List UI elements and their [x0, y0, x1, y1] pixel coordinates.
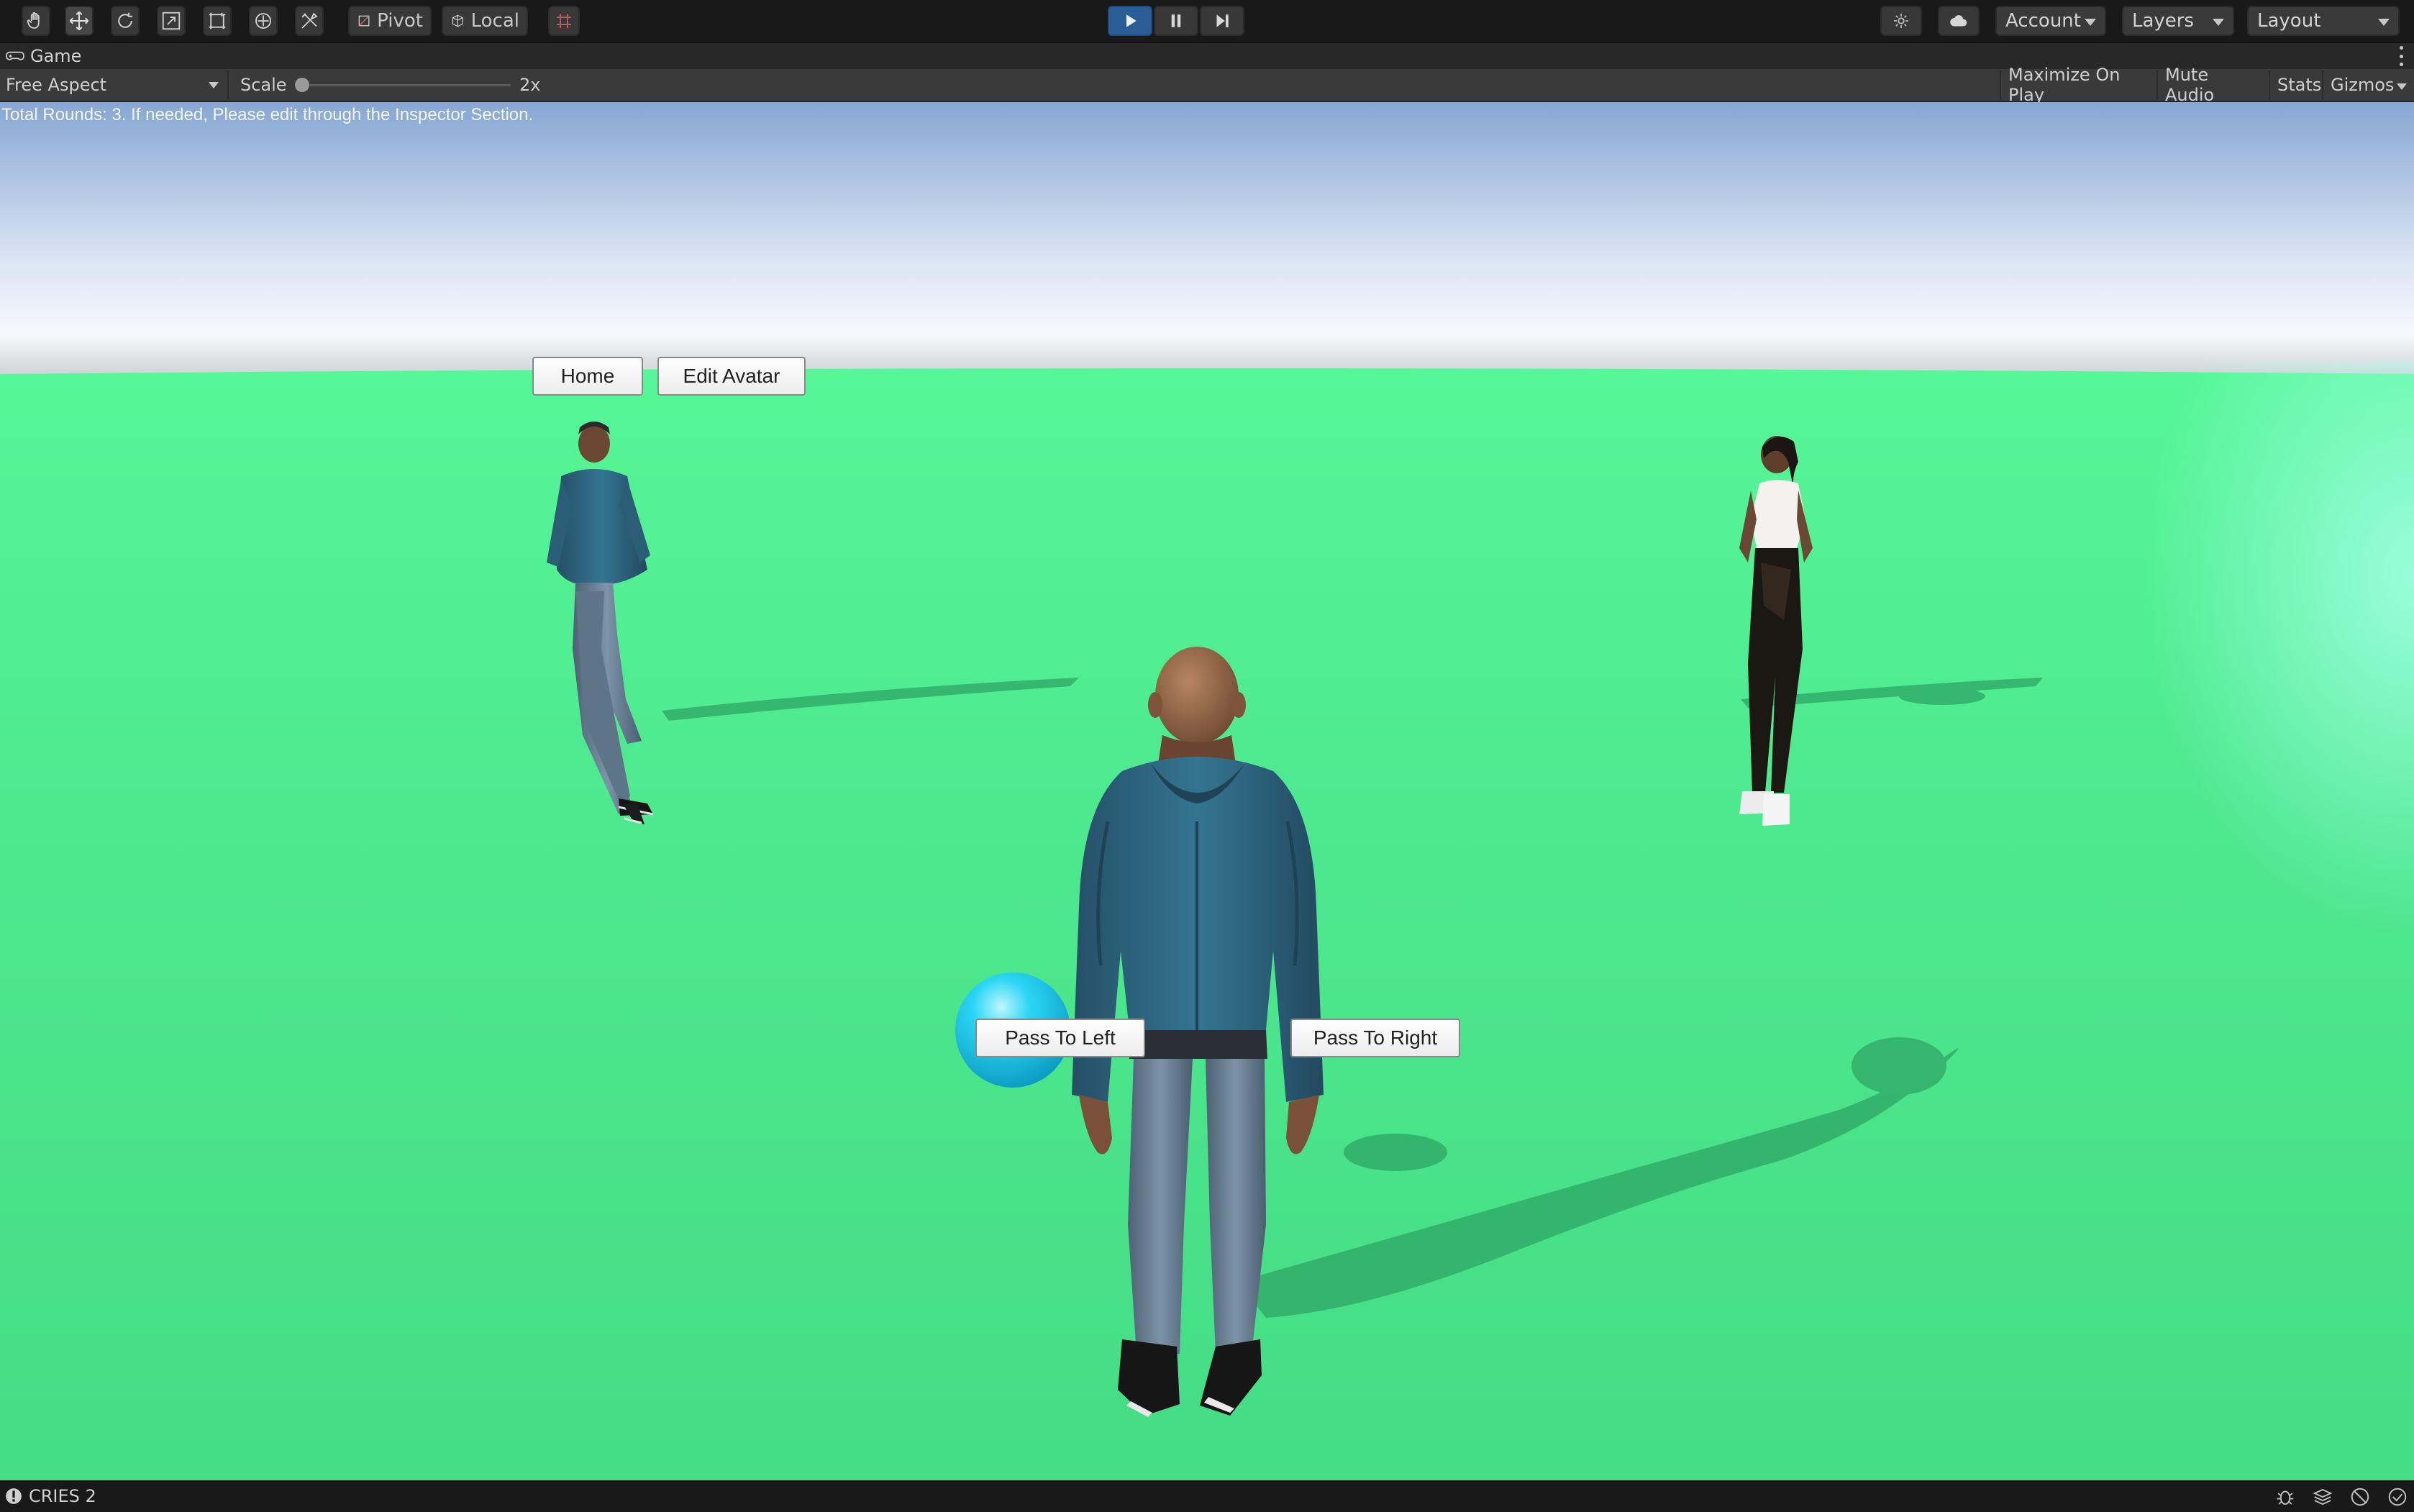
- pivot-label: Pivot: [377, 10, 423, 32]
- layers-label: Layers: [2132, 10, 2195, 32]
- chevron-down-icon: [2085, 19, 2096, 26]
- pass-to-left-button[interactable]: Pass To Left: [975, 1019, 1145, 1057]
- step-button[interactable]: [1200, 6, 1244, 36]
- scale-label: Scale: [240, 75, 287, 95]
- cloud-button[interactable]: [1938, 6, 1980, 36]
- move-icon: [69, 11, 89, 31]
- account-label: Account: [2005, 10, 2081, 32]
- check-circle-icon[interactable]: [2387, 1486, 2408, 1508]
- layout-dropdown[interactable]: Layout: [2247, 6, 2400, 36]
- tab-game-label: Game: [30, 46, 82, 66]
- hand-icon: [27, 12, 40, 29]
- pause-icon: [1171, 14, 1181, 27]
- home-button[interactable]: Home: [532, 357, 643, 396]
- edit-avatar-button-label: Edit Avatar: [683, 365, 780, 387]
- stack-icon[interactable]: [2312, 1486, 2333, 1508]
- layers-dropdown[interactable]: Layers: [2122, 6, 2234, 36]
- aspect-label: Free Aspect: [6, 75, 107, 95]
- rotate-icon: [118, 12, 132, 28]
- stats-label: Stats: [2277, 75, 2322, 95]
- mute-audio-toggle[interactable]: Mute Audio: [2156, 65, 2269, 105]
- rounds-info-text: Total Rounds: 3. If needed, Please edit …: [1, 105, 534, 124]
- cloud-icon: [1950, 15, 1967, 27]
- status-bar: CRIES 2: [0, 1480, 2414, 1512]
- snap-grid-button[interactable]: [548, 6, 580, 36]
- lighting-settings-button[interactable]: [1880, 6, 1922, 36]
- no-network-icon[interactable]: [2349, 1486, 2371, 1508]
- gizmos-label: Gizmos: [2331, 75, 2395, 95]
- rotate-tool-button[interactable]: [111, 6, 140, 36]
- mute-audio-label: Mute Audio: [2165, 65, 2215, 105]
- chevron-down-icon: [2397, 83, 2407, 90]
- local-label: Local: [470, 10, 519, 32]
- gamepad-icon: [6, 51, 24, 60]
- custom-tool-button[interactable]: [295, 6, 324, 36]
- sun-icon: [1894, 14, 1908, 28]
- local-cube-icon: [452, 14, 463, 27]
- account-dropdown[interactable]: Account: [1995, 6, 2106, 36]
- game-scene: [0, 102, 2414, 1480]
- scale-slider-thumb[interactable]: [295, 78, 309, 92]
- more-options-icon[interactable]: [2398, 46, 2404, 66]
- play-icon: [1126, 14, 1137, 27]
- scale-value: 2x: [519, 75, 541, 95]
- pause-button[interactable]: [1154, 6, 1198, 36]
- scale-icon: [162, 12, 181, 30]
- pivot-toggle[interactable]: Pivot: [348, 6, 432, 36]
- chevron-down-icon: [2213, 19, 2224, 26]
- custom-tool-icon: [301, 12, 318, 29]
- tab-game[interactable]: Game: [6, 45, 81, 68]
- grid-snap-icon: [557, 14, 571, 28]
- pass-to-right-label: Pass To Right: [1313, 1026, 1438, 1049]
- step-icon: [1216, 14, 1229, 27]
- rect-tool-button[interactable]: [203, 6, 232, 36]
- home-button-label: Home: [560, 365, 615, 387]
- pivot-icon: [358, 15, 370, 27]
- console-message[interactable]: CRIES 2: [4, 1486, 96, 1506]
- main-toolbar: Pivot Local Account Layers Layout: [0, 0, 2414, 43]
- scale-slider-track[interactable]: [298, 84, 511, 86]
- hand-tool-button[interactable]: [22, 6, 50, 36]
- play-button[interactable]: [1108, 6, 1152, 36]
- move-tool-button[interactable]: [65, 6, 94, 36]
- transform-tool-button[interactable]: [249, 6, 278, 36]
- game-view-controls: Free Aspect Scale 2x Maximize On Play Mu…: [0, 65, 2414, 105]
- scale-tool-button[interactable]: [157, 6, 186, 36]
- layout-label: Layout: [2257, 10, 2321, 32]
- pass-to-left-label: Pass To Left: [1005, 1026, 1116, 1049]
- rect-icon: [209, 12, 226, 29]
- local-toggle[interactable]: Local: [442, 6, 528, 36]
- game-viewport[interactable]: Total Rounds: 3. If needed, Please edit …: [0, 102, 2414, 1480]
- stats-toggle[interactable]: Stats: [2269, 70, 2322, 99]
- pass-to-right-button[interactable]: Pass To Right: [1290, 1019, 1460, 1057]
- maximize-on-play-toggle[interactable]: Maximize On Play: [2000, 65, 2156, 105]
- gizmos-dropdown[interactable]: Gizmos: [2322, 70, 2414, 99]
- transform-icon: [255, 13, 271, 29]
- info-icon: [6, 1488, 22, 1504]
- edit-avatar-button[interactable]: Edit Avatar: [657, 357, 806, 396]
- bug-icon[interactable]: [2274, 1486, 2296, 1508]
- console-message-text: CRIES 2: [29, 1486, 96, 1506]
- chevron-down-icon: [2378, 19, 2390, 26]
- aspect-dropdown[interactable]: Free Aspect: [0, 70, 229, 99]
- chevron-down-icon: [209, 82, 219, 88]
- maximize-on-play-label: Maximize On Play: [2008, 65, 2121, 105]
